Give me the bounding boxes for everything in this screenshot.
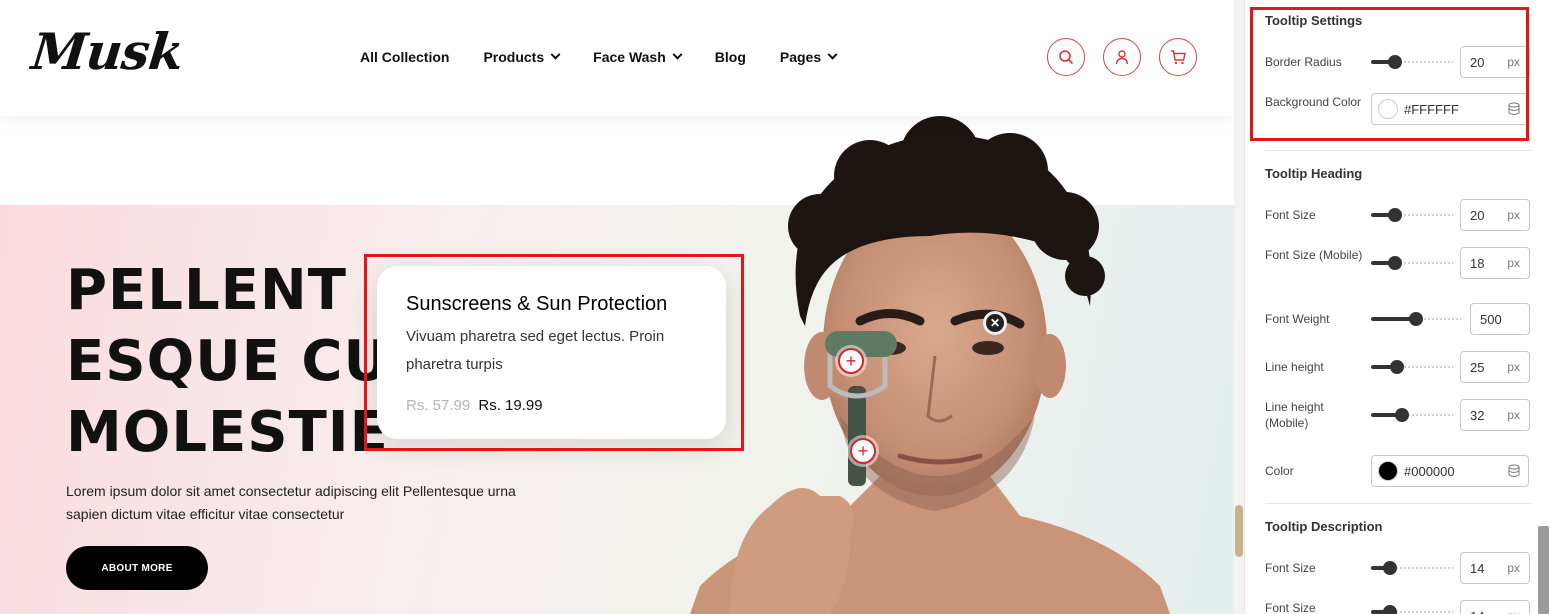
header-actions bbox=[1047, 38, 1197, 76]
tooltip-price: Rs. 57.99 Rs. 19.99 bbox=[406, 397, 697, 414]
old-price: Rs. 57.99 bbox=[406, 397, 471, 414]
background-color-picker[interactable]: #FFFFFF bbox=[1371, 93, 1529, 125]
plus-icon: + bbox=[857, 440, 869, 461]
slider-knob[interactable] bbox=[1388, 55, 1402, 69]
hotspot-close-button[interactable]: ✕ bbox=[983, 311, 1007, 335]
heading-color-picker[interactable]: #000000 bbox=[1371, 455, 1529, 487]
label-border-radius: Border Radius bbox=[1265, 55, 1342, 69]
nav-item-products[interactable]: Products bbox=[483, 49, 561, 65]
label-font-size-mobile: Font Size (Mobile) bbox=[1265, 248, 1363, 262]
cart-button[interactable] bbox=[1159, 38, 1197, 76]
font-size-mobile-input[interactable]: 18 px bbox=[1460, 247, 1530, 279]
close-icon: ✕ bbox=[989, 316, 1001, 330]
nav-item-face-wash[interactable]: Face Wash bbox=[593, 49, 683, 65]
description-font-size-input[interactable]: 14 px bbox=[1460, 552, 1530, 584]
label-font-weight: Font Weight bbox=[1265, 312, 1330, 326]
model-photo bbox=[690, 116, 1170, 614]
hotspot-plus-button[interactable]: + bbox=[850, 438, 876, 464]
description-font-size-mobile-slider[interactable] bbox=[1371, 605, 1453, 614]
description-font-size-mobile-input[interactable]: 14px bbox=[1460, 600, 1530, 614]
plus-icon: + bbox=[845, 350, 857, 371]
chevron-down-icon bbox=[550, 49, 561, 60]
divider bbox=[1265, 503, 1531, 504]
label-background-color: Background Color bbox=[1265, 95, 1362, 109]
slider-knob[interactable] bbox=[1395, 408, 1409, 422]
section-title-tooltip-heading: Tooltip Heading bbox=[1265, 166, 1363, 181]
panel-scrollbar-thumb[interactable] bbox=[1538, 526, 1549, 614]
slider-knob[interactable] bbox=[1383, 605, 1397, 614]
search-button[interactable] bbox=[1047, 38, 1085, 76]
divider bbox=[1265, 150, 1531, 151]
hero-description: Lorem ipsum dolor sit amet consectetur a… bbox=[66, 483, 516, 522]
slider-knob[interactable] bbox=[1388, 256, 1402, 270]
label-line-height-mobile: Line height (Mobile) bbox=[1265, 400, 1324, 430]
about-more-button[interactable]: ABOUT MORE bbox=[66, 546, 208, 590]
font-size-slider[interactable] bbox=[1371, 208, 1453, 222]
description-font-size-slider[interactable] bbox=[1371, 561, 1453, 575]
database-icon bbox=[1508, 464, 1520, 477]
slider-knob[interactable] bbox=[1409, 312, 1423, 326]
nav-item-blog[interactable]: Blog bbox=[715, 49, 746, 65]
site-logo[interactable]: Musk bbox=[29, 22, 186, 81]
nav-item-all-collection[interactable]: All Collection bbox=[360, 49, 449, 65]
slider-knob[interactable] bbox=[1383, 561, 1397, 575]
product-tooltip: Sunscreens & Sun Protection Vivuam phare… bbox=[377, 266, 726, 439]
tooltip-description: Vivuam pharetra sed eget lectus. Proin p… bbox=[406, 328, 665, 373]
cart-icon bbox=[1171, 50, 1186, 65]
nav-item-pages[interactable]: Pages bbox=[780, 49, 838, 65]
hotspot-plus-button[interactable]: + bbox=[838, 348, 864, 374]
hero-title: PELLENT ESQUE CU MOLESTIE bbox=[66, 258, 390, 465]
search-icon bbox=[1059, 50, 1074, 65]
new-price: Rs. 19.99 bbox=[478, 397, 543, 414]
chevron-down-icon bbox=[827, 49, 838, 60]
line-height-mobile-input[interactable]: 32 px bbox=[1460, 399, 1530, 431]
line-height-input[interactable]: 25 px bbox=[1460, 351, 1530, 383]
border-radius-slider[interactable] bbox=[1371, 55, 1453, 69]
tooltip-heading: Sunscreens & Sun Protection bbox=[406, 293, 668, 315]
font-weight-input[interactable]: 500 bbox=[1470, 303, 1530, 335]
section-title-tooltip-description: Tooltip Description bbox=[1265, 519, 1383, 534]
user-icon bbox=[1115, 50, 1129, 65]
main-nav: All Collection Products Face Wash Blog P… bbox=[360, 49, 870, 65]
label-description-font-size-mobile: Font Size bbox=[1265, 601, 1316, 614]
label-line-height: Line height bbox=[1265, 360, 1324, 374]
account-button[interactable] bbox=[1103, 38, 1141, 76]
font-weight-slider[interactable] bbox=[1371, 312, 1461, 326]
section-title-tooltip-settings: Tooltip Settings bbox=[1265, 13, 1363, 28]
database-icon bbox=[1508, 102, 1520, 115]
site-preview: Musk All Collection Products Face Wash B… bbox=[0, 0, 1234, 614]
line-height-mobile-slider[interactable] bbox=[1371, 408, 1453, 422]
preview-scroll-thumb[interactable] bbox=[1235, 505, 1243, 557]
slider-knob[interactable] bbox=[1390, 360, 1404, 374]
slider-knob[interactable] bbox=[1388, 208, 1402, 222]
label-color: Color bbox=[1265, 464, 1294, 478]
label-description-font-size: Font Size bbox=[1265, 561, 1316, 575]
label-font-size: Font Size bbox=[1265, 208, 1316, 222]
site-header: Musk All Collection Products Face Wash B… bbox=[0, 0, 1234, 116]
line-height-slider[interactable] bbox=[1371, 360, 1453, 374]
chevron-down-icon bbox=[672, 49, 683, 60]
border-radius-input[interactable]: 20 px bbox=[1460, 46, 1530, 78]
font-size-mobile-slider[interactable] bbox=[1371, 256, 1453, 270]
color-swatch bbox=[1378, 461, 1398, 481]
font-size-input[interactable]: 20 px bbox=[1460, 199, 1530, 231]
color-swatch bbox=[1378, 99, 1398, 119]
